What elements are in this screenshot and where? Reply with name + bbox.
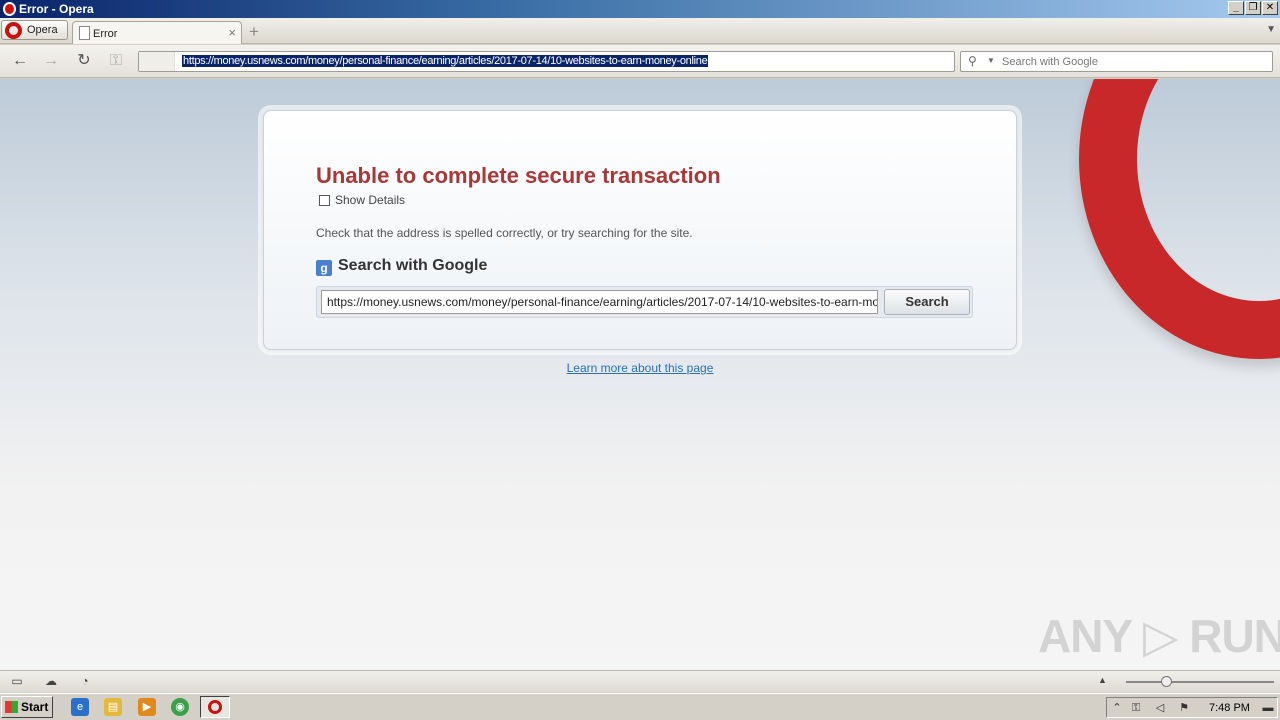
key-icon[interactable]: ⚿ [105,51,127,71]
volume-icon[interactable]: ◁ [1153,701,1167,715]
tab-list-chevron-icon[interactable]: ▼ [1266,24,1276,35]
address-url-text[interactable]: https://money.usnews.com/money/personal-… [182,55,709,67]
opera-background-logo [1079,79,1280,359]
restore-button[interactable]: ❐ [1245,1,1261,15]
minimize-button[interactable]: _ [1228,1,1244,15]
clock[interactable]: 7:48 PM [1209,702,1250,714]
google-icon: g [316,260,332,276]
address-bar[interactable]: https://money.usnews.com/money/personal-… [138,51,955,72]
search-heading: Search with Google [338,257,488,274]
search-engine-chevron-icon[interactable]: ▼ [987,56,995,65]
anyrun-watermark: ANY ▷ RUN [1038,610,1280,662]
learn-more-link[interactable]: Learn more about this page [0,361,1280,375]
site-badge[interactable] [139,52,175,71]
opera-taskbar-icon [208,700,222,714]
opera-unite-cloud-icon[interactable]: ☁ [44,675,58,688]
tab-error[interactable]: Error × [72,21,242,44]
opera-menu-label: Opera [27,24,58,36]
tab-close-icon[interactable]: × [228,25,236,40]
internet-explorer-icon[interactable]: e [71,698,89,716]
opera-menu-button[interactable]: Opera [1,20,68,40]
taskbar-opera-button[interactable] [200,696,230,718]
tab-label: Error [93,28,118,40]
new-tab-button[interactable]: + [249,22,259,42]
zoom-up-arrow-icon[interactable]: ▲ [1098,675,1107,685]
network-icon[interactable]: ⚿ [1129,701,1143,715]
search-button[interactable]: Search [884,289,970,315]
panel-toggle-icon[interactable]: ▭ [10,675,24,688]
close-window-button[interactable]: ✕ [1262,1,1278,15]
show-details-label[interactable]: Show Details [335,193,405,207]
zoom-slider-track[interactable] [1126,681,1274,683]
opera-window-icon [3,2,16,16]
reload-icon[interactable]: ↻ [73,51,95,71]
error-hint: Check that the address is spelled correc… [316,226,693,240]
error-card: Unable to complete secure transaction Sh… [263,110,1017,350]
search-placeholder: Search with Google [1002,56,1098,68]
navigation-bar: ← → ↻ ⚿ https://money.usnews.com/money/p… [0,45,1280,78]
forward-arrow-icon[interactable]: → [40,51,62,71]
turbo-gauge-icon[interactable]: ◔ [78,675,92,688]
tab-bar: Opera Error × + ▼ [0,18,1280,44]
start-label: Start [21,700,49,714]
search-icon: ⚲ [968,54,977,68]
chrome-icon[interactable]: ◉ [171,698,189,716]
google-search-form: https://money.usnews.com/money/personal-… [316,286,973,318]
status-bar: ▭ ☁ ◔ ▲ [0,670,1280,692]
window-title: Error - Opera [19,2,94,16]
media-player-icon[interactable]: ▶ [138,698,156,716]
show-details-checkbox[interactable] [319,195,330,206]
search-field[interactable]: ⚲ ▼ Search with Google [960,51,1273,72]
zoom-slider-handle[interactable] [1161,676,1172,687]
action-center-flag-icon[interactable]: ⚑ [1177,701,1191,715]
error-title: Unable to complete secure transaction [316,163,721,188]
system-tray: ⌃ ⚿ ◁ ⚑ 7:48 PM ▬ [1106,697,1278,718]
document-icon [79,26,90,40]
windows-taskbar: Start e ▤ ▶ ◉ ⌃ ⚿ ◁ ⚑ 7:48 PM ▬ [0,693,1280,720]
opera-logo-icon [5,22,22,39]
page-content: Unable to complete secure transaction Sh… [0,79,1280,670]
windows-logo-icon [5,701,18,713]
window-title-bar: Error - Opera _ ❐ ✕ [0,0,1280,18]
folder-icon[interactable]: ▤ [104,698,122,716]
show-desktop-icon[interactable]: ▬ [1261,701,1275,715]
google-search-input[interactable]: https://money.usnews.com/money/personal-… [321,290,878,314]
back-arrow-icon[interactable]: ← [9,51,31,71]
tray-expand-icon[interactable]: ⌃ [1110,701,1124,715]
start-button[interactable]: Start [1,696,53,718]
